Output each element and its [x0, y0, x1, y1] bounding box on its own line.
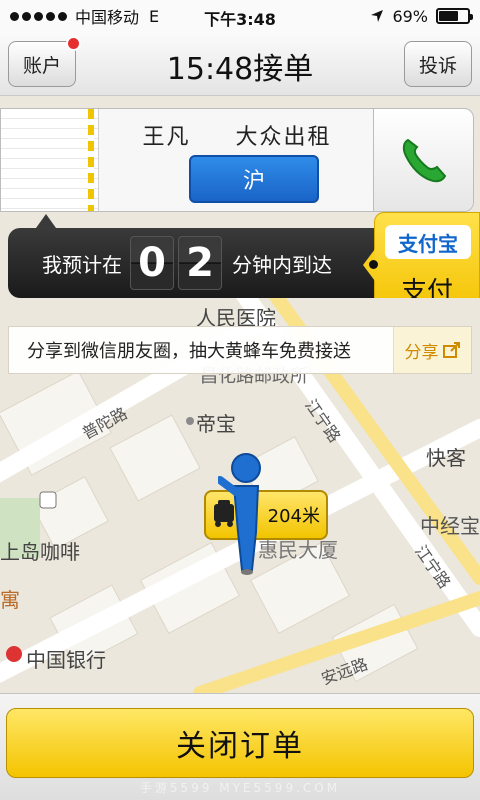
user-location-figure-icon	[218, 453, 261, 575]
map-label-dibao: 帝宝	[196, 412, 236, 436]
taxi-distance: 204米	[267, 506, 320, 527]
signal-strength-icon	[10, 11, 67, 21]
complain-button[interactable]: 投诉	[404, 41, 472, 87]
map-label-shangdao-coffee: 上岛咖啡	[0, 540, 80, 564]
driver-rating-ticket[interactable]	[1, 109, 99, 211]
share-promo-text: 分享到微信朋友圈，抽大黄蜂车免费接送	[27, 341, 351, 362]
close-order-label: 关闭订单	[176, 729, 304, 764]
taxi-company: 大众出租	[235, 125, 332, 150]
account-button-label: 账户	[22, 54, 61, 77]
map-label-apartment: 寓	[0, 588, 20, 612]
eta-digit-ones: 2	[178, 236, 222, 290]
driver-card: 王凡 大众出租 沪	[0, 108, 474, 212]
driver-name-line: 王凡 大众出租	[101, 119, 373, 151]
nav-header: 账户 15:48接单 投诉	[0, 32, 480, 96]
battery-percent: 69%	[392, 6, 428, 26]
share-button-label: 分享	[404, 342, 439, 363]
share-button[interactable]: 分享	[393, 327, 471, 373]
alipay-logo: 支付宝	[385, 225, 471, 259]
location-arrow-icon	[371, 10, 384, 22]
watermark: 手游5599 MYE5599.COM	[139, 781, 341, 795]
complain-button-label: 投诉	[418, 54, 457, 77]
status-bar: 中国移动 E 下午3:48 69%	[0, 0, 480, 32]
map-label-zhongjingbao: 中经宝	[420, 514, 480, 538]
close-order-button[interactable]: 关闭订单	[6, 708, 474, 778]
battery-icon	[436, 8, 473, 24]
eta-prefix: 我预计在	[42, 252, 122, 277]
license-plate: 沪	[189, 155, 319, 203]
eta-banner: 我预计在 0 2 分钟内到达	[8, 214, 412, 298]
map-label-bank-of-china: 中国银行	[26, 648, 106, 672]
share-icon	[442, 342, 460, 358]
page-title: 15:48接单	[166, 52, 314, 87]
eta-digit-tens: 0	[130, 236, 174, 290]
notification-dot	[66, 36, 81, 51]
bottom-bar: 关闭订单 手游5599 MYE5599.COM	[0, 693, 480, 800]
driver-name: 王凡	[142, 125, 191, 150]
call-driver-button[interactable]	[373, 109, 473, 211]
share-banner: 分享到微信朋友圈，抽大黄蜂车免费接送 分享	[8, 326, 472, 374]
map-label-kuaike: 快客	[426, 446, 466, 470]
account-button[interactable]: 账户	[8, 36, 81, 87]
eta-suffix: 分钟内到达	[232, 252, 332, 277]
carrier-name: 中国移动	[75, 8, 140, 27]
network-type: E	[149, 6, 160, 26]
phone-icon	[402, 138, 446, 183]
